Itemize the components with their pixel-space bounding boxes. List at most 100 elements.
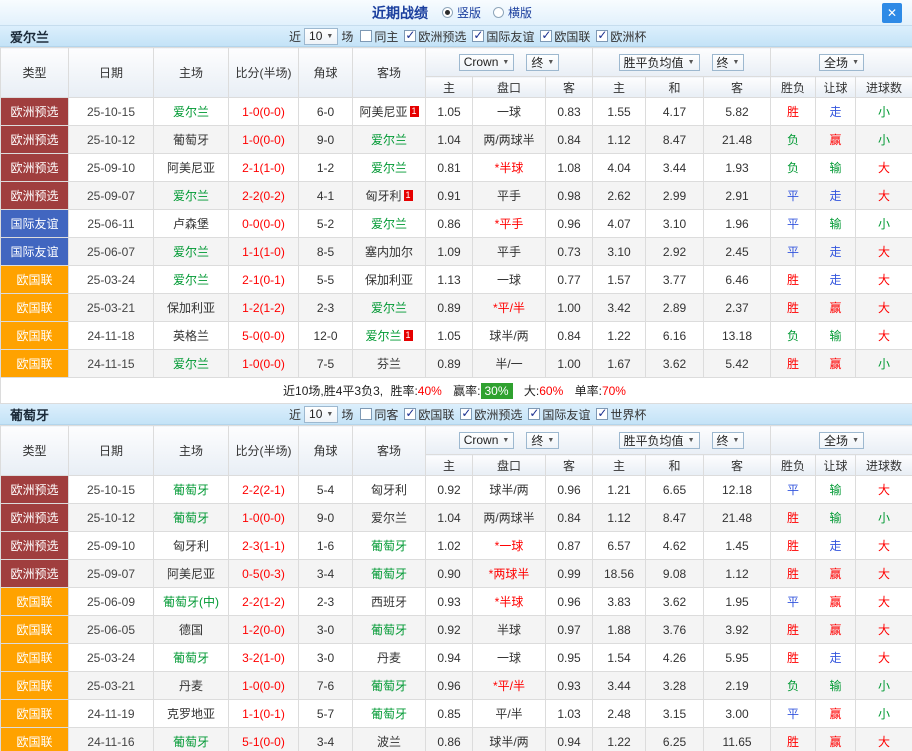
avg-home-cell: 4.07 bbox=[593, 210, 646, 238]
avg-home-cell: 1.12 bbox=[593, 504, 646, 532]
recent-count-select[interactable]: 10 bbox=[304, 406, 338, 423]
checkbox-icon[interactable] bbox=[540, 30, 552, 42]
filter-item[interactable]: 国际友谊 bbox=[528, 406, 590, 423]
team-name: 葡萄牙 bbox=[371, 567, 407, 581]
wdl-result-cell: 胜 bbox=[771, 294, 816, 322]
wdl-result-cell: 胜 bbox=[771, 350, 816, 378]
date-cell: 25-03-21 bbox=[69, 294, 154, 322]
summary-row: 近10场,胜4平3负3, 胜率:40% 赢率:30% 大:60% 单率:70% bbox=[1, 378, 912, 404]
wdl-result-cell: 胜 bbox=[771, 616, 816, 644]
league-cell: 欧国联 bbox=[1, 672, 69, 700]
filter-item[interactable]: 同主 bbox=[360, 28, 398, 45]
checkbox-icon[interactable] bbox=[528, 408, 540, 420]
col-date: 日期 bbox=[69, 48, 154, 98]
handicap-result-cell: 输 bbox=[816, 322, 856, 350]
team-name: 德国 bbox=[179, 623, 203, 637]
date-cell: 25-10-12 bbox=[69, 504, 154, 532]
filter-item[interactable]: 同客 bbox=[360, 406, 398, 423]
score-cell: 2-3(1-1) bbox=[229, 532, 299, 560]
date-cell: 25-10-15 bbox=[69, 476, 154, 504]
league-cell: 欧国联 bbox=[1, 588, 69, 616]
checkbox-icon[interactable] bbox=[596, 30, 608, 42]
filter-area: 近 10 场 同客欧国联欧洲预选国际友谊世界杯 bbox=[289, 406, 652, 423]
team-name: 保加利亚 bbox=[365, 273, 413, 287]
checkbox-icon[interactable] bbox=[596, 408, 608, 420]
handicap-cell: *平/半 bbox=[473, 294, 546, 322]
home-odds-cell: 0.92 bbox=[426, 476, 473, 504]
filter-item[interactable]: 欧洲杯 bbox=[596, 28, 646, 45]
avg-odds-select[interactable]: 胜平负均值 bbox=[619, 54, 700, 71]
team-name: 爱尔兰 bbox=[371, 133, 407, 147]
score-cell: 1-2(0-0) bbox=[229, 616, 299, 644]
wdl-result-cell: 负 bbox=[771, 126, 816, 154]
checkbox-icon[interactable] bbox=[404, 30, 416, 42]
match-row: 欧洲预选25-09-10阿美尼亚2-1(1-0)1-2爱尔兰0.81*半球1.0… bbox=[1, 154, 912, 182]
checkbox-icon[interactable] bbox=[360, 30, 372, 42]
scope-select[interactable]: 全场 bbox=[819, 54, 864, 71]
date-cell: 25-03-24 bbox=[69, 644, 154, 672]
match-row: 欧洲预选25-10-12葡萄牙1-0(0-0)9-0爱尔兰1.04两/两球半0.… bbox=[1, 126, 912, 154]
checkbox-icon[interactable] bbox=[360, 408, 372, 420]
landscape-radio-label[interactable]: 横版 bbox=[508, 4, 532, 21]
team-name: 匈牙利 bbox=[371, 483, 407, 497]
away-team-cell: 葡萄牙 bbox=[353, 672, 426, 700]
handicap-result-cell: 走 bbox=[816, 238, 856, 266]
avg-away-cell: 3.00 bbox=[704, 700, 771, 728]
portrait-radio-label[interactable]: 竖版 bbox=[457, 4, 481, 21]
filter-item[interactable]: 欧国联 bbox=[540, 28, 590, 45]
away-team-cell: 爱尔兰 bbox=[353, 126, 426, 154]
handicap-final-select[interactable]: 终 bbox=[526, 54, 559, 71]
home-odds-cell: 0.86 bbox=[426, 728, 473, 751]
odds-source-select[interactable]: Crown bbox=[459, 432, 515, 449]
col-odds-away: 客 bbox=[546, 455, 593, 476]
avg-final-select[interactable]: 终 bbox=[712, 432, 745, 449]
home-team-cell: 葡萄牙 bbox=[154, 504, 229, 532]
avg-away-cell: 1.95 bbox=[704, 588, 771, 616]
scope-select[interactable]: 全场 bbox=[819, 432, 864, 449]
col-corner: 角球 bbox=[299, 48, 353, 98]
close-button[interactable]: ✕ bbox=[882, 3, 902, 23]
corner-cell: 9-0 bbox=[299, 126, 353, 154]
away-team-cell: 匈牙利 bbox=[353, 476, 426, 504]
corner-cell: 6-0 bbox=[299, 98, 353, 126]
checkbox-icon[interactable] bbox=[460, 408, 472, 420]
corner-cell: 5-7 bbox=[299, 700, 353, 728]
odd-rate-label: 单率: bbox=[575, 384, 602, 398]
team-name: 葡萄牙 bbox=[371, 707, 407, 721]
goals-result-cell: 大 bbox=[856, 294, 912, 322]
goals-result-cell: 小 bbox=[856, 350, 912, 378]
away-team-cell: 葡萄牙 bbox=[353, 700, 426, 728]
match-row: 欧国联25-03-21丹麦1-0(0-0)7-6葡萄牙0.96*平/半0.933… bbox=[1, 672, 912, 700]
league-cell: 欧洲预选 bbox=[1, 98, 69, 126]
recent-count-select[interactable]: 10 bbox=[304, 28, 338, 45]
handicap-result-cell: 输 bbox=[816, 154, 856, 182]
filter-item[interactable]: 欧国联 bbox=[404, 406, 454, 423]
match-row: 欧国联25-03-24爱尔兰2-1(0-1)5-5保加利亚1.13一球0.771… bbox=[1, 266, 912, 294]
avg-draw-cell: 4.62 bbox=[646, 532, 704, 560]
home-team-cell: 阿美尼亚 bbox=[154, 560, 229, 588]
portrait-radio[interactable] bbox=[442, 7, 453, 18]
handicap-odds-group: Crown 终 bbox=[426, 426, 593, 455]
filter-item[interactable]: 国际友谊 bbox=[472, 28, 534, 45]
team-name: 爱尔兰 bbox=[173, 105, 209, 119]
filter-item[interactable]: 欧洲预选 bbox=[460, 406, 522, 423]
avg-odds-select[interactable]: 胜平负均值 bbox=[619, 432, 700, 449]
handicap-cell: *平/半 bbox=[473, 672, 546, 700]
date-cell: 25-06-07 bbox=[69, 238, 154, 266]
filter-item[interactable]: 欧洲预选 bbox=[404, 28, 466, 45]
checkbox-icon[interactable] bbox=[472, 30, 484, 42]
home-team-cell: 爱尔兰 bbox=[154, 350, 229, 378]
filter-item[interactable]: 世界杯 bbox=[596, 406, 646, 423]
landscape-radio[interactable] bbox=[493, 7, 504, 18]
league-cell: 欧洲预选 bbox=[1, 532, 69, 560]
checkbox-icon[interactable] bbox=[404, 408, 416, 420]
handicap-final-select[interactable]: 终 bbox=[526, 432, 559, 449]
avg-final-select[interactable]: 终 bbox=[712, 54, 745, 71]
away-odds-cell: 1.00 bbox=[546, 350, 593, 378]
date-cell: 25-06-11 bbox=[69, 210, 154, 238]
odds-source-select[interactable]: Crown bbox=[459, 54, 515, 71]
match-row: 欧国联25-06-09葡萄牙(中)2-2(1-2)2-3西班牙0.93*半球0.… bbox=[1, 588, 912, 616]
goals-result-cell: 大 bbox=[856, 588, 912, 616]
avg-odds-group: 胜平负均值 终 bbox=[593, 48, 771, 77]
corner-cell: 2-3 bbox=[299, 588, 353, 616]
